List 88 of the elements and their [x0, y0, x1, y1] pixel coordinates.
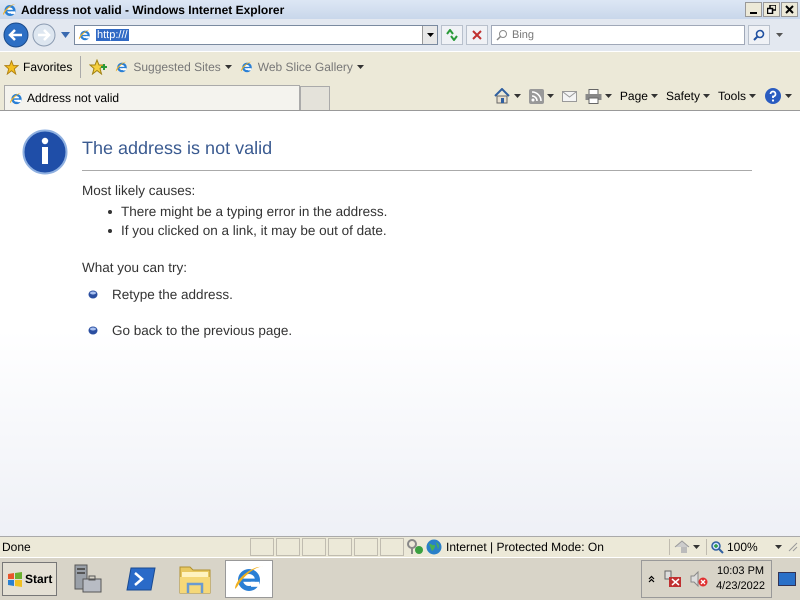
- browser-logo-icon: [2, 2, 18, 18]
- browser-logo-icon: [9, 90, 24, 106]
- caret-icon: [61, 32, 70, 38]
- bullet-icon: [88, 290, 98, 299]
- show-hidden-icons-button[interactable]: [648, 575, 656, 583]
- caret-icon: [224, 65, 232, 69]
- cause-text: If you clicked on a link, it may be out of date.: [121, 222, 387, 240]
- home-icon: [492, 88, 511, 104]
- search-icon: [496, 29, 508, 41]
- start-button[interactable]: Start: [2, 562, 58, 596]
- bullet-icon: [88, 326, 98, 335]
- status-pane: [302, 538, 326, 556]
- suggestion-text: Retype the address.: [112, 287, 233, 302]
- chevron-up-icon: [648, 575, 656, 583]
- zone-text: Internet | Protected Mode: On: [445, 540, 604, 554]
- back-button[interactable]: [3, 22, 29, 48]
- caret-icon: [775, 545, 782, 549]
- browser-logo-icon: [78, 28, 92, 42]
- window-title: Address not valid - Windows Internet Explorer: [21, 2, 286, 16]
- causes-label: Most likely causes:: [82, 183, 196, 198]
- browser-tab[interactable]: Address not valid: [4, 85, 300, 110]
- error-heading: The address is not valid: [82, 138, 274, 159]
- clock-date: 4/23/2022: [716, 579, 765, 594]
- address-value: http:///: [96, 29, 129, 41]
- recent-pages-button[interactable]: [61, 32, 71, 38]
- add-to-favorites-button[interactable]: [89, 59, 108, 75]
- printer-icon: [584, 88, 602, 104]
- caret-icon: [785, 94, 792, 98]
- favorites-bar-item[interactable]: Web Slice Gallery: [240, 60, 364, 74]
- close-icon: [785, 5, 794, 14]
- caret-icon: [702, 94, 710, 98]
- minimize-button[interactable]: [745, 2, 762, 17]
- search-button[interactable]: [748, 25, 770, 45]
- caret-icon: [604, 94, 612, 98]
- stop-button[interactable]: [466, 25, 488, 45]
- caret-icon: [693, 545, 700, 549]
- close-button[interactable]: [781, 2, 798, 17]
- stop-x-icon: [472, 30, 482, 40]
- clock-time: 10:03 PM: [716, 564, 764, 579]
- refresh-arrows-icon: [445, 29, 459, 41]
- caret-icon: [514, 94, 521, 98]
- monitor-icon: [778, 571, 796, 587]
- command-menu[interactable]: Page: [616, 84, 662, 108]
- browser-logo-icon: [240, 60, 254, 74]
- caret-icon: [749, 94, 756, 98]
- caret-icon: [356, 65, 364, 69]
- taskbar-app-button[interactable]: [225, 560, 274, 598]
- help-icon: [764, 87, 782, 105]
- windows-flag-icon: [7, 572, 23, 586]
- volume-muted-icon: [690, 570, 708, 588]
- caret-icon: [546, 94, 554, 98]
- network-disconnected-icon: [664, 570, 682, 588]
- caret-icon: [650, 94, 658, 98]
- restore-button[interactable]: [763, 2, 780, 17]
- search-icon: [753, 29, 765, 41]
- zoom-button[interactable]: 100%: [706, 539, 786, 555]
- star-icon: [4, 60, 19, 74]
- address-field[interactable]: http:///: [74, 25, 438, 45]
- address-dropdown-button[interactable]: [422, 26, 437, 44]
- status-pane: [276, 538, 300, 556]
- show-desktop-button[interactable]: [778, 571, 798, 587]
- status-text: Done: [2, 540, 32, 554]
- command-menu[interactable]: Tools: [714, 84, 760, 108]
- status-pane: [354, 538, 378, 556]
- favorites-button[interactable]: Favorites: [4, 60, 72, 74]
- caret-icon: [426, 33, 434, 37]
- search-field[interactable]: Bing: [491, 25, 745, 45]
- star-plus-icon: [89, 59, 108, 75]
- feed-icon: [528, 88, 544, 104]
- command-menu[interactable]: Safety: [662, 84, 714, 108]
- info-icon: [22, 129, 68, 175]
- caret-icon: [776, 33, 782, 37]
- zoom-icon: [711, 540, 724, 554]
- status-pane: [250, 538, 274, 556]
- restore-icon: [767, 5, 776, 14]
- browser-logo-icon: [115, 60, 130, 74]
- minimize-icon: [750, 12, 757, 14]
- resize-grip-icon: [788, 542, 798, 552]
- status-pane: [328, 538, 352, 556]
- favorites-bar-item[interactable]: Suggested Sites: [115, 60, 232, 74]
- try-label: What you can try:: [82, 260, 188, 275]
- bullet-icon: [108, 228, 112, 232]
- status-pane: [380, 538, 404, 556]
- cause-text: There might be a typing error in the address.: [121, 203, 388, 221]
- suggestion-text: Go back to the previous page.: [112, 323, 292, 338]
- bullet-icon: [108, 210, 112, 214]
- envelope-icon: [562, 90, 577, 102]
- globe-icon: [426, 539, 442, 555]
